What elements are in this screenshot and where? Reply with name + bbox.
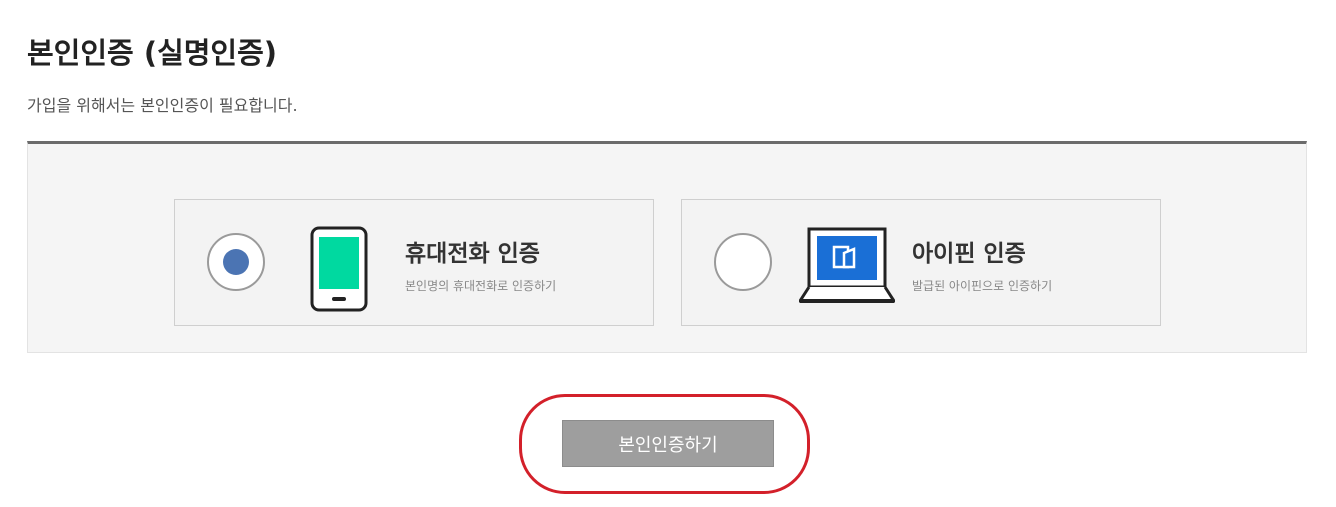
verification-method-panel: 휴대전화 인증 본인명의 휴대전화로 인증하기 아이핀 인증 발급된 아이핀으로…: [27, 141, 1307, 353]
laptop-ipin-icon: [799, 227, 895, 303]
phone-verification-option[interactable]: 휴대전화 인증 본인명의 휴대전화로 인증하기: [174, 199, 654, 326]
mobile-phone-icon: [310, 226, 368, 312]
page-description: 가입을 위해서는 본인인증이 필요합니다.: [27, 96, 298, 115]
phone-option-radio[interactable]: [207, 233, 265, 291]
phone-option-subtitle: 본인명의 휴대전화로 인증하기: [405, 279, 557, 293]
page-title: 본인인증 (실명인증): [27, 36, 278, 70]
radio-selected-dot: [223, 249, 249, 275]
ipin-option-title: 아이핀 인증: [912, 241, 1026, 267]
phone-option-title: 휴대전화 인증: [405, 241, 540, 267]
ipin-verification-option[interactable]: 아이핀 인증 발급된 아이핀으로 인증하기: [681, 199, 1161, 326]
ipin-option-subtitle: 발급된 아이핀으로 인증하기: [912, 279, 1053, 293]
ipin-option-radio[interactable]: [714, 233, 772, 291]
verify-identity-button[interactable]: 본인인증하기: [562, 420, 774, 467]
